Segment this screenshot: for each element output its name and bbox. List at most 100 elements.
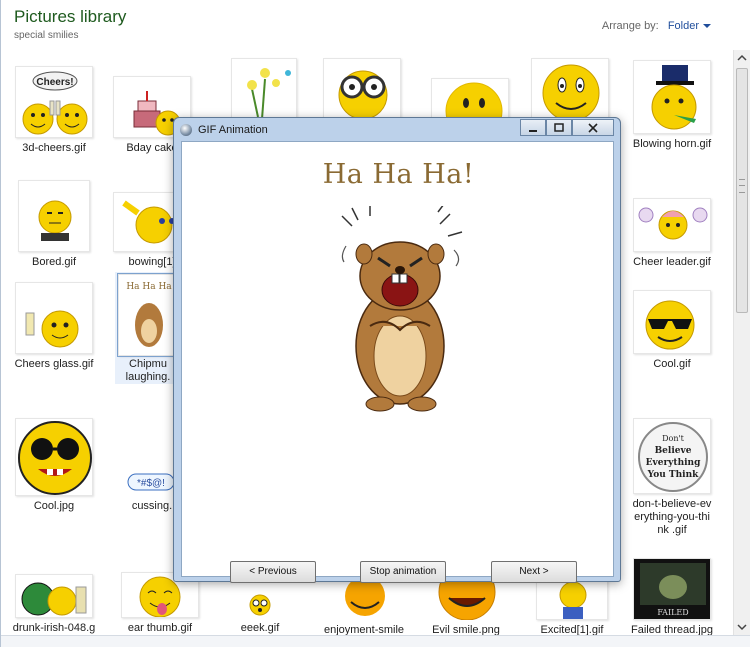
library-header: Pictures library special smilies Arrange… — [1, 0, 733, 50]
file-label: Cool.gif — [653, 358, 691, 370]
scroll-up-icon[interactable] — [737, 53, 747, 63]
file-tile[interactable]: Excited[1].gif — [523, 578, 621, 637]
file-tile[interactable]: Evil smile.png — [417, 578, 515, 637]
close-icon — [588, 122, 598, 133]
big-smiley-icon — [542, 64, 600, 119]
cheers-bubble-text: Cheers! — [36, 77, 73, 88]
scrollbar-thumb[interactable] — [736, 68, 748, 313]
file-tile[interactable] — [215, 58, 313, 124]
thumbnail-dont-believe: Don't Believe Everything You Think — [633, 418, 711, 494]
thumbnail-bored — [18, 180, 90, 252]
thumbnail-evil-smile — [427, 578, 505, 620]
next-button[interactable]: Next > — [491, 561, 577, 583]
file-label: Cool.jpg — [33, 500, 75, 512]
badge-line-1: Don't — [662, 434, 685, 443]
file-label: drunk-irish-048.g — [12, 622, 96, 634]
file-label: 3d-cheers.gif — [22, 142, 86, 154]
thumbnail-excited — [536, 578, 608, 620]
file-tile[interactable]: Cheer leader.gif — [623, 198, 721, 269]
file-label-line2: erything-you-thi — [634, 511, 710, 523]
bored-smiley-icon — [38, 200, 72, 241]
arrange-by-dropdown[interactable]: Folder — [668, 20, 711, 32]
flowers-icon — [247, 68, 291, 120]
thumbnail-eeek — [248, 592, 272, 618]
badge-line-2: Believe — [655, 446, 692, 456]
sunglasses-grin-icon — [18, 421, 92, 495]
thumbnail-blowing-horn — [633, 60, 711, 134]
file-label: Cheer leader.gif — [633, 256, 711, 268]
library-subtitle: special smilies — [14, 30, 79, 41]
file-tile[interactable]: FAILED Failed thread.jpg — [623, 558, 721, 637]
cheer-leader-icon — [638, 207, 708, 240]
file-tile[interactable] — [313, 58, 411, 120]
file-tile[interactable]: eeek.gif — [211, 592, 309, 635]
file-tile[interactable]: Cool.gif — [623, 290, 721, 371]
file-tile[interactable]: enjoyment-smile — [315, 578, 413, 637]
file-label-line2: laughing. — [125, 371, 171, 383]
file-tile[interactable]: Don't Believe Everything You Think don-t… — [623, 418, 721, 537]
maximize-icon — [554, 122, 564, 132]
file-tile[interactable]: Cool.jpg — [5, 418, 103, 513]
glass-smiley-icon — [25, 310, 79, 348]
arrange-by: Arrange by: Folder — [602, 20, 711, 32]
file-label: don-t-believe-ev — [632, 498, 712, 510]
gif-animation-dialog: GIF Animation Ha Ha Ha! < Previous Stop … — [173, 117, 621, 583]
thumbnail-3d-cheers: Cheers! — [15, 66, 93, 138]
stop-animation-button[interactable]: Stop animation — [360, 561, 446, 583]
thumbnail-failed-thread: FAILED — [633, 558, 711, 620]
file-tile[interactable]: drunk-irish-048.g — [5, 574, 103, 635]
glasses-smiley-icon — [338, 70, 388, 119]
file-label-line3: nk .gif — [657, 524, 687, 536]
minimize-button[interactable] — [520, 119, 546, 136]
file-tile[interactable]: Bored.gif — [5, 180, 103, 269]
thumbnail-drunk-irish — [15, 574, 93, 618]
file-label: eeek.gif — [240, 622, 280, 634]
badge-line-4: You Think — [647, 470, 700, 480]
file-tile[interactable] — [521, 58, 619, 120]
cussing-text: *#$@! — [137, 478, 165, 489]
chevron-down-icon — [703, 24, 711, 29]
minimize-icon — [529, 129, 537, 132]
laughing-chipmunk-image — [341, 206, 463, 412]
thumbnail-cool-gif — [633, 290, 711, 354]
failed-poster-text: FAILED — [657, 608, 688, 617]
scroll-down-icon[interactable] — [737, 622, 747, 632]
dialog-content: Ha Ha Ha! < Previous Stop animation Next… — [181, 141, 614, 583]
excited-smiley-icon — [559, 581, 587, 619]
thumbnail-glasses-smiley — [323, 58, 401, 120]
previous-button[interactable]: < Previous — [230, 561, 316, 583]
file-label: ear thumb.gif — [127, 622, 193, 634]
file-label: Blowing horn.gif — [632, 138, 712, 150]
arrange-by-value: Folder — [667, 20, 699, 32]
thumbnail-chipmunk: Ha Ha Ha — [117, 273, 179, 357]
enjoyment-smiley-icon — [345, 578, 385, 616]
file-label: Chipmu — [129, 358, 167, 370]
thumbnail-cheer-leader — [633, 198, 711, 252]
failed-poster-icon: FAILED — [640, 563, 706, 617]
chipmunk-mini-icon: Ha Ha Ha — [126, 282, 172, 347]
file-label: Bored.gif — [31, 256, 77, 268]
close-button[interactable] — [572, 119, 614, 136]
cheers-smileys-icon: Cheers! — [22, 71, 88, 135]
file-tile-selected[interactable]: Ha Ha Ha Chipmu laughing. — [115, 272, 181, 384]
sunglasses-smiley-icon — [645, 300, 695, 350]
status-bar — [1, 635, 750, 647]
party-hat-smiley-icon — [651, 65, 697, 130]
file-tile[interactable]: Blowing horn.gif — [623, 60, 721, 151]
thumbnail-big-smiley — [531, 58, 609, 120]
evil-smiley-icon — [438, 578, 496, 620]
window-controls — [520, 119, 614, 136]
file-tile[interactable]: Cheers glass.gif — [5, 282, 103, 371]
file-tile[interactable]: Cheers! 3d-cheers.gif — [5, 66, 103, 155]
drunk-irish-icon — [21, 582, 87, 616]
thumbnail-cool-jpg — [15, 418, 93, 496]
animation-caption: Ha Ha Ha! — [322, 159, 475, 190]
vertical-scrollbar[interactable] — [733, 50, 750, 635]
arrange-by-label: Arrange by: — [601, 20, 659, 32]
eeek-smiley-icon — [249, 594, 271, 616]
thumbnail-enjoyment — [329, 578, 399, 620]
grip-icon — [739, 179, 745, 193]
chipmunk-mini-caption: Ha Ha Ha — [126, 282, 172, 292]
maximize-button[interactable] — [546, 119, 572, 136]
dialog-title: GIF Animation — [198, 124, 268, 136]
